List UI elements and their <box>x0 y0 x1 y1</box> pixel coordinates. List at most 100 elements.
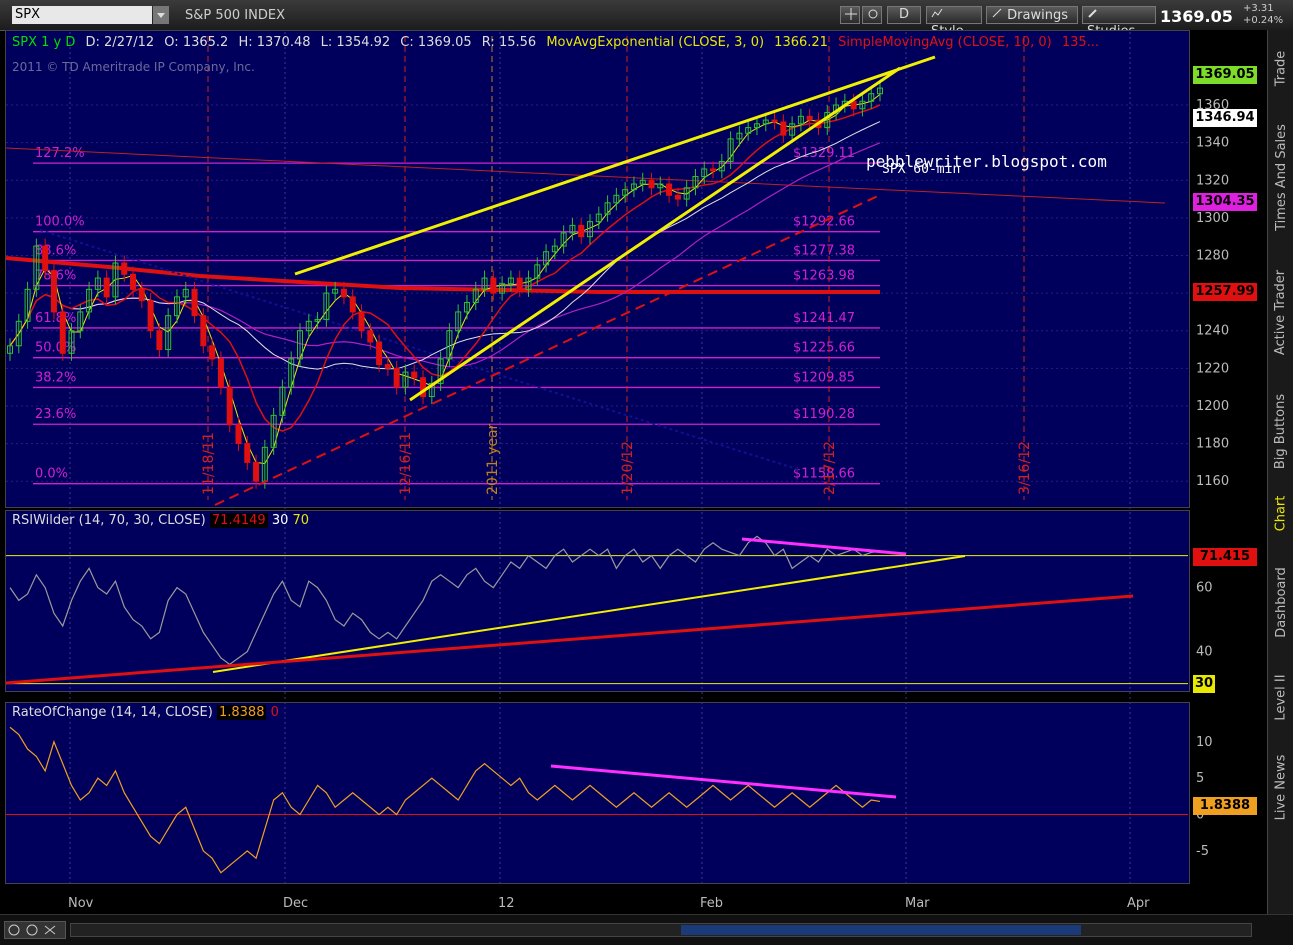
candle-body <box>209 345 216 360</box>
date-marker-label: 11/18/11 <box>201 432 217 495</box>
header-date: D: 2/27/12 <box>85 35 155 50</box>
fib-level-pct: 38.2% <box>35 370 76 385</box>
fib-level-pct: 0.0% <box>35 467 68 482</box>
rsi-y-tick: 60 <box>1196 581 1213 596</box>
candle-body <box>780 121 787 136</box>
candle-body <box>59 311 66 354</box>
candle-body <box>121 262 128 275</box>
x-label-feb: Feb <box>700 896 724 911</box>
date-marker-label: 2011 year <box>485 423 501 495</box>
header-sma-label: SimpleMovingAvg (CLOSE, 10, 0) <box>838 35 1052 50</box>
rsi-y-tick: 40 <box>1196 645 1213 660</box>
roc-title: RateOfChange (14, 14, CLOSE) <box>12 705 213 720</box>
candle-body <box>384 364 391 369</box>
ma-magenta <box>9 142 881 368</box>
fib-level-price: $1209.85 <box>793 370 855 385</box>
scrollbar-thumb[interactable] <box>681 925 1081 935</box>
candle-body <box>771 119 778 123</box>
price-y-tick: 1300 <box>1196 211 1229 226</box>
price-y-tick: 1340 <box>1196 136 1229 151</box>
header-open: O: 1365.2 <box>164 35 229 50</box>
watermark-subtitle: SPX 60-min <box>882 162 961 177</box>
candle-body <box>217 358 224 388</box>
x-label-nov: Nov <box>68 896 94 911</box>
ma-yellow <box>9 93 881 465</box>
rsi-30-tag: 30 <box>1193 675 1215 693</box>
fib-level-pct: 100.0% <box>35 215 85 230</box>
ma-red <box>9 104 881 432</box>
roc-zero-label: 0 <box>270 705 279 720</box>
price-y-tick: 1240 <box>1196 324 1229 339</box>
tab-trade[interactable]: Trade <box>1268 38 1293 98</box>
candle-body <box>376 341 383 366</box>
rsi-header: RSIWilder (14, 70, 30, CLOSE) 71.4149 30… <box>12 513 309 528</box>
candle-body <box>358 311 365 332</box>
date-marker-label: 2/17/12 <box>822 441 838 495</box>
rsi-title: RSIWilder (14, 70, 30, CLOSE) <box>12 513 206 528</box>
horizontal-scrollbar[interactable] <box>70 923 1252 937</box>
candle-body <box>806 115 813 121</box>
roc-tag: 1.8388 <box>1193 797 1257 815</box>
candle-body <box>666 183 673 196</box>
candle-body <box>191 288 198 317</box>
right-tab-bar: Trade Times And Sales Active Trader Big … <box>1267 30 1293 944</box>
price-y-tick: 1280 <box>1196 248 1229 263</box>
header-ema-label: MovAvgExponential (CLOSE, 3, 0) <box>546 35 765 50</box>
date-marker-label: 1/20/12 <box>620 441 636 495</box>
price-y-tick: 1160 <box>1196 474 1229 489</box>
tab-live-news[interactable]: Live News <box>1268 742 1293 832</box>
price-tag-sma: 1346.94 <box>1193 109 1257 127</box>
candle-body <box>156 330 163 351</box>
x-label-dec: Dec <box>283 896 309 911</box>
zoom-controls[interactable] <box>4 921 66 939</box>
tab-dashboard[interactable]: Dashboard <box>1268 552 1293 652</box>
roc-y-tick: 10 <box>1196 735 1213 750</box>
candle-body <box>42 245 49 272</box>
price-y-tick: 1220 <box>1196 361 1229 376</box>
x-label-12: 12 <box>498 896 515 911</box>
fib-level-pct: 23.6% <box>35 407 76 422</box>
roc-value: 1.8388 <box>216 705 267 720</box>
tab-times-and-sales[interactable]: Times And Sales <box>1268 112 1293 242</box>
price-tag-magenta: 1304.35 <box>1193 193 1257 211</box>
price-tag-red: 1257.99 <box>1193 283 1257 301</box>
candle-body <box>50 270 57 313</box>
blue-trendline <box>39 229 801 471</box>
header-sma-value: 135... <box>1061 35 1100 50</box>
zoom-icon <box>8 924 56 936</box>
fib-level-pct: 127.2% <box>35 146 85 161</box>
tab-active-trader[interactable]: Active Trader <box>1268 256 1293 368</box>
rsi-yellow-trendline <box>212 555 966 673</box>
candle-body <box>411 371 418 379</box>
red-dashed-support <box>214 194 881 506</box>
candle-body <box>674 194 681 200</box>
candle-body <box>103 277 110 298</box>
candle-body <box>393 367 400 388</box>
candle-body <box>578 224 585 238</box>
fib-level-price: $1241.47 <box>793 311 855 326</box>
candle-body <box>235 424 242 445</box>
roc-magenta-trendline <box>550 764 897 799</box>
tab-chart[interactable]: Chart <box>1268 488 1293 538</box>
fib-level-price: $1225.66 <box>793 341 855 356</box>
roc-header: RateOfChange (14, 14, CLOSE) 1.8388 0 <box>12 705 279 720</box>
ma-white <box>9 121 881 370</box>
roc-line <box>9 726 881 874</box>
tab-big-buttons[interactable]: Big Buttons <box>1268 378 1293 484</box>
roc-y-tick: -5 <box>1196 844 1209 859</box>
channel-upper-line <box>294 55 936 276</box>
candle-body <box>253 461 260 482</box>
rsi-value: 71.4149 <box>209 513 268 528</box>
candle-body <box>490 277 497 294</box>
fib-level-price: $1190.28 <box>793 407 855 422</box>
price-y-tick: 1200 <box>1196 399 1229 414</box>
header-ema-value: 1366.21 <box>774 35 828 50</box>
fib-level-pct: 61.8% <box>35 311 76 326</box>
candle-body <box>367 330 374 343</box>
candle-body <box>244 443 251 463</box>
header-symbol-period: SPX 1 y D <box>12 35 76 50</box>
candle-body <box>147 300 154 332</box>
candle-body <box>226 386 233 426</box>
tab-level-ii[interactable]: Level II <box>1268 662 1293 732</box>
candle-body <box>648 179 655 189</box>
